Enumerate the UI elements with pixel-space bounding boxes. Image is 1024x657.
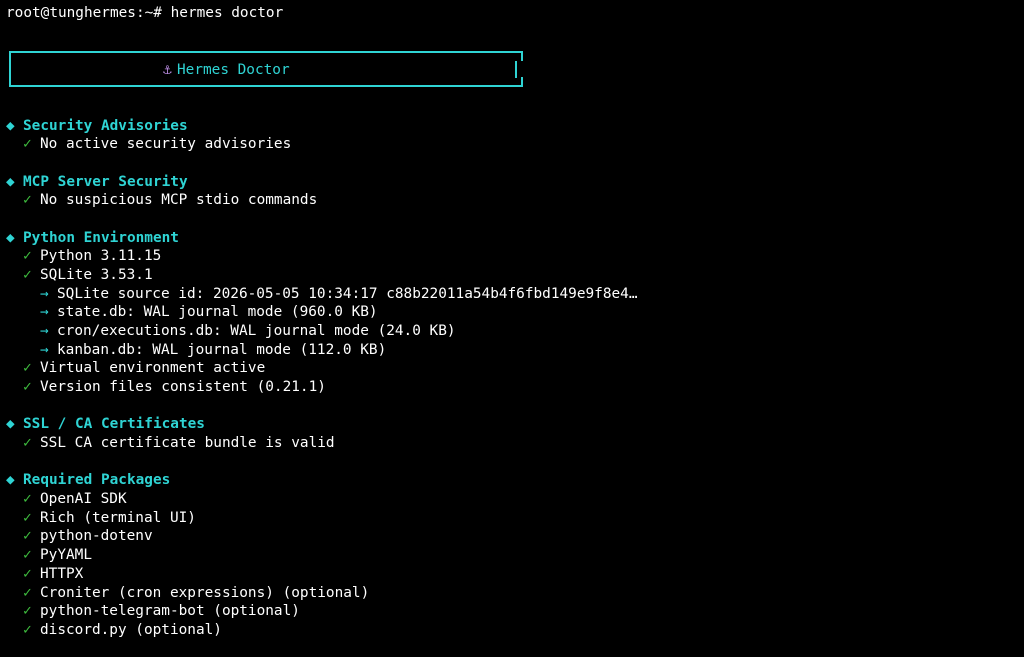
item-text: No active security advisories: [40, 136, 292, 153]
checkmark-icon: ✓: [23, 360, 32, 377]
item-text: discord.py (optional): [40, 621, 222, 638]
banner-border-corner: [521, 51, 523, 61]
item-text: state.db: WAL journal mode (960.0 KB): [57, 304, 378, 321]
item-text: Version files consistent (0.21.1): [40, 379, 326, 396]
shell-prompt: root@tunghermes:~#: [6, 5, 171, 21]
checkmark-icon: ✓: [23, 621, 32, 638]
item-text: cron/executions.db: WAL journal mode (24…: [57, 322, 456, 339]
detail-item: → SQLite source id: 2026-05-05 10:34:17 c…: [6, 285, 637, 304]
arrow-right-icon: →: [40, 322, 49, 339]
checkmark-icon: ✓: [23, 547, 32, 564]
section-header: ◆ MCP Server Security: [6, 173, 188, 192]
arrow-right-icon: →: [40, 285, 49, 302]
check-item: ✓ Virtual environment active: [6, 359, 265, 378]
checkmark-icon: ✓: [23, 528, 32, 545]
check-item: ✓ SSL CA certificate bundle is valid: [6, 434, 335, 453]
section-header: ◆ Security Advisories: [6, 117, 188, 136]
checkmark-icon: ✓: [23, 603, 32, 620]
check-item: ✓ No active security advisories: [6, 135, 291, 154]
banner-title-text: Hermes Doctor: [177, 62, 290, 78]
section-title: SSL / CA Certificates: [23, 416, 205, 433]
item-text: PyYAML: [40, 547, 92, 564]
item-text: OpenAI SDK: [40, 491, 127, 508]
section-title: Security Advisories: [23, 117, 188, 134]
diamond-icon: ◆: [6, 117, 15, 134]
checkmark-icon: ✓: [23, 379, 32, 396]
checkmark-icon: ✓: [23, 435, 32, 452]
item-text: Croniter (cron expressions) (optional): [40, 584, 370, 601]
terminal-window[interactable]: root@tunghermes:~# hermes doctor ⚓ Hermes…: [0, 0, 1024, 657]
detail-item: → kanban.db: WAL journal mode (112.0 KB): [6, 341, 386, 360]
check-item: ✓ python-dotenv: [6, 527, 153, 546]
item-text: No suspicious MCP stdio commands: [40, 192, 318, 209]
doctor-banner: ⚓ Hermes Doctor: [9, 51, 523, 87]
banner-border-corner: [521, 77, 523, 87]
check-item: ✓ No suspicious MCP stdio commands: [6, 191, 317, 210]
check-item: ✓ python-telegram-bot (optional): [6, 602, 300, 621]
section-title: Python Environment: [23, 229, 179, 246]
arrow-right-icon: →: [40, 304, 49, 321]
item-text: Python 3.11.15: [40, 248, 162, 265]
checkmark-icon: ✓: [23, 248, 32, 265]
section-header: ◆ Required Packages: [6, 471, 170, 490]
diamond-icon: ◆: [6, 472, 15, 489]
section-title: Required Packages: [23, 472, 171, 489]
check-item: ✓ PyYAML: [6, 546, 92, 565]
item-text: SSL CA certificate bundle is valid: [40, 435, 335, 452]
item-text: SQLite source id: 2026-05-05 10:34:17 c8…: [57, 285, 638, 302]
section-header: ◆ Python Environment: [6, 229, 179, 248]
checkmark-icon: ✓: [23, 192, 32, 209]
anchor-icon: ⚓: [163, 62, 172, 78]
check-item: ✓ HTTPX: [6, 565, 83, 584]
check-item: ✓ Python 3.11.15: [6, 247, 161, 266]
checkmark-icon: ✓: [23, 584, 32, 601]
check-item: ✓ Version files consistent (0.21.1): [6, 378, 326, 397]
banner-title: ⚓ Hermes Doctor: [163, 61, 290, 80]
diamond-icon: ◆: [6, 229, 15, 246]
item-text: python-dotenv: [40, 528, 153, 545]
checkmark-icon: ✓: [23, 266, 32, 283]
section-title: MCP Server Security: [23, 173, 188, 190]
command-line: root@tunghermes:~# hermes doctor: [6, 4, 283, 23]
check-item: ✓ OpenAI SDK: [6, 490, 127, 509]
checkmark-icon: ✓: [23, 136, 32, 153]
check-item: ✓ Croniter (cron expressions) (optional): [6, 584, 369, 603]
arrow-right-icon: →: [40, 341, 49, 358]
diamond-icon: ◆: [6, 173, 15, 190]
detail-item: → cron/executions.db: WAL journal mode (2…: [6, 322, 456, 341]
check-item: ✓ discord.py (optional): [6, 621, 222, 640]
banner-edge-bar: [515, 61, 517, 78]
item-text: Rich (terminal UI): [40, 509, 196, 526]
item-text: HTTPX: [40, 565, 84, 582]
check-item: ✓ Rich (terminal UI): [6, 509, 196, 528]
section-header: ◆ SSL / CA Certificates: [6, 415, 205, 434]
check-item: ✓ SQLite 3.53.1: [6, 266, 153, 285]
item-text: kanban.db: WAL journal mode (112.0 KB): [57, 341, 387, 358]
detail-item: → state.db: WAL journal mode (960.0 KB): [6, 303, 378, 322]
diamond-icon: ◆: [6, 416, 15, 433]
item-text: Virtual environment active: [40, 360, 266, 377]
typed-command: hermes doctor: [170, 5, 284, 21]
checkmark-icon: ✓: [23, 491, 32, 508]
checkmark-icon: ✓: [23, 509, 32, 526]
item-text: python-telegram-bot (optional): [40, 603, 300, 620]
item-text: SQLite 3.53.1: [40, 266, 153, 283]
checkmark-icon: ✓: [23, 565, 32, 582]
